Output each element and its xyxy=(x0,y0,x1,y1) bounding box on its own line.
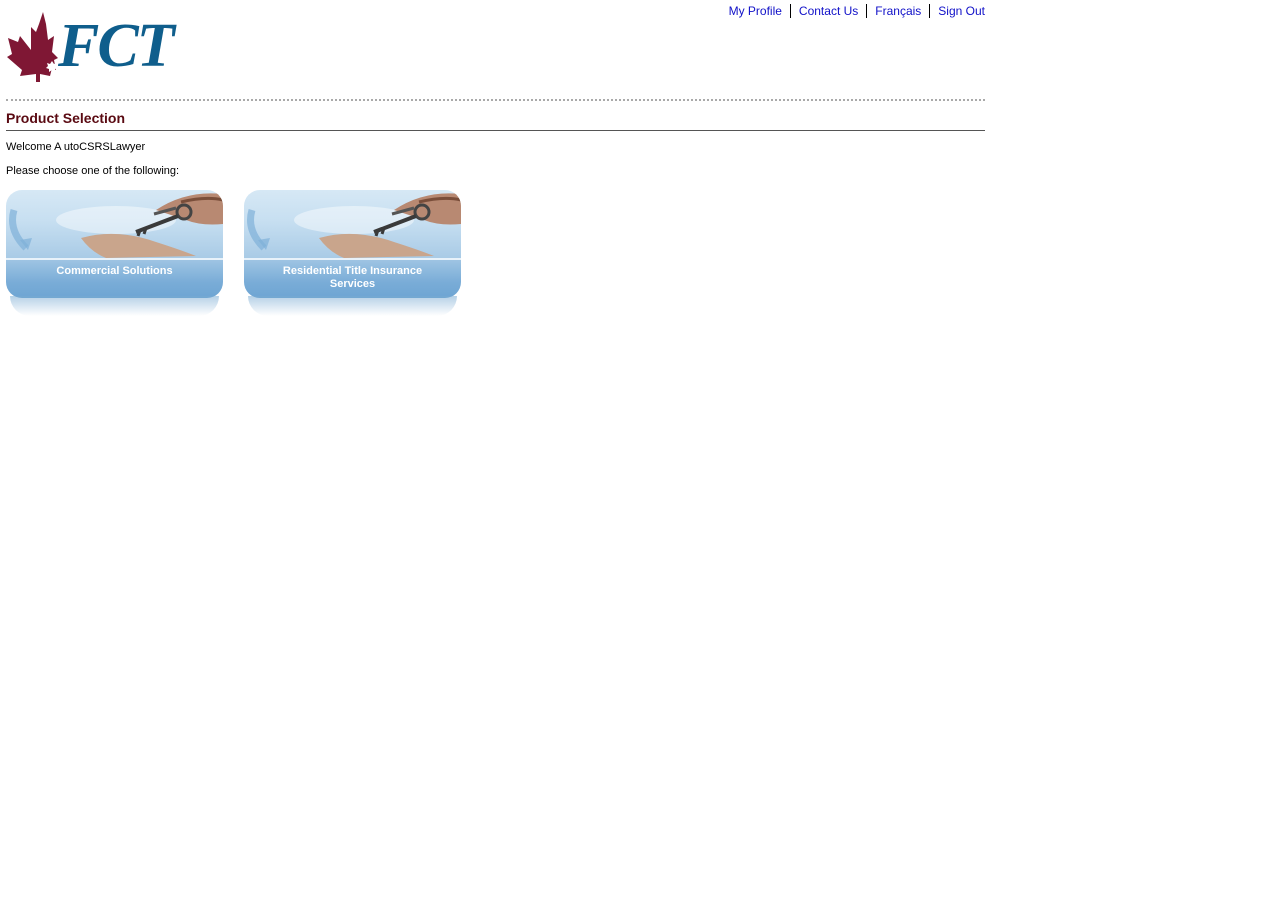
tile-label-line1: Commercial Solutions xyxy=(56,265,173,277)
sign-out-link[interactable]: Sign Out xyxy=(929,4,985,18)
tile-label: Commercial Solutions xyxy=(6,265,223,278)
maple-leaf-icon xyxy=(7,12,58,82)
title-rule xyxy=(6,130,985,131)
keys-handoff-image xyxy=(6,190,223,258)
commercial-solutions-button[interactable]: Commercial Solutions xyxy=(6,190,223,318)
page-title: Product Selection xyxy=(6,110,126,126)
welcome-text: Welcome A utoCSRSLawyer xyxy=(6,141,146,153)
logo-wordmark: FCT xyxy=(58,12,175,80)
fct-logo: FCT xyxy=(6,10,176,82)
keys-illustration xyxy=(9,193,223,258)
keys-handoff-image xyxy=(244,190,461,258)
contact-us-link[interactable]: Contact Us xyxy=(789,4,866,18)
tile-label: Residential Title Insurance Services xyxy=(244,265,461,291)
francais-link[interactable]: Français xyxy=(866,4,929,18)
residential-title-insurance-button[interactable]: Residential Title Insurance Services xyxy=(244,190,461,318)
tile-reflection xyxy=(10,296,219,316)
keys-illustration xyxy=(247,193,461,258)
tile-band xyxy=(6,258,223,298)
tile-reflection xyxy=(248,296,457,316)
tile-label-line2: Services xyxy=(329,278,376,290)
my-profile-link[interactable]: My Profile xyxy=(729,4,790,18)
top-nav: My Profile Contact Us Français Sign Out xyxy=(729,4,985,18)
header-divider xyxy=(6,99,985,101)
prompt-text: Please choose one of the following: xyxy=(6,165,180,177)
tile-label-line1: Residential Title Insurance xyxy=(282,265,423,277)
